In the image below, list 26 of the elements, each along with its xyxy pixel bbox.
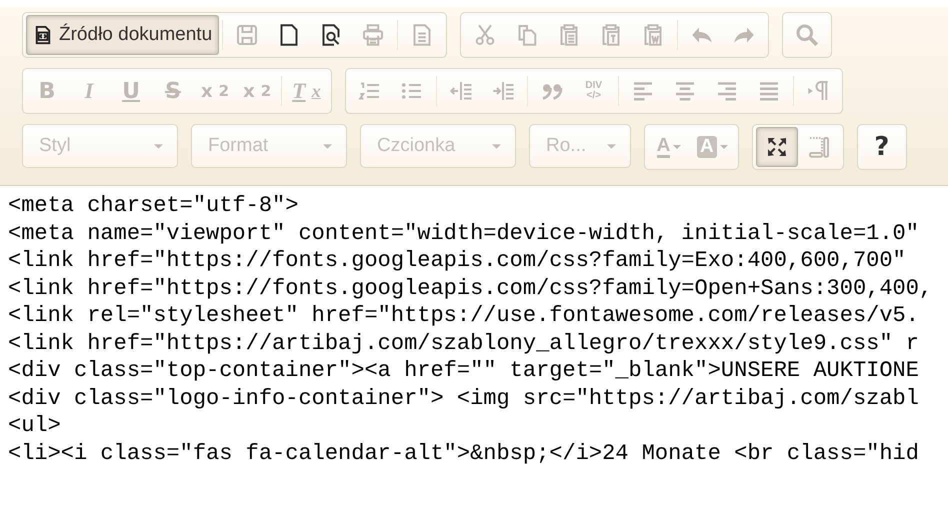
toolbar-button[interactable]: ? [860,127,903,167]
code-line: <link href="https://artibaj.com/szablony_allegro/trexxx/style9.css" r [8,330,919,357]
document-code-icon [33,25,53,45]
caret-icon [492,144,501,148]
code-line: <ul> [8,412,61,440]
code-line: <div class="logo-info-container"> <img src="https://artibaj.com/szabl [8,384,919,412]
search-icon [795,23,820,47]
caret-icon [607,144,616,148]
show-blocks-icon [806,135,831,159]
code-line: <div class="top-container"><a href="" target="_blank">UNSERE AUKTIONE [8,357,919,384]
source-button[interactable]: Źródło dokumentu [26,15,220,55]
caret-icon [154,144,163,148]
code-line: <link href="https://fonts.googleapis.com/css?family=Exo:400,600,700" [8,247,906,274]
code-line: <li><i class="fas fa-calendar-alt">&nbsp;</i>24 Monate <br class="hid [8,440,919,467]
caret-icon [673,145,682,149]
printer-icon [361,23,386,47]
code-line: <meta name="viewport" content="width=device-width, initial-scale=1.0" [8,220,919,247]
text-direction-icon [806,79,830,103]
outdent-icon [448,79,473,103]
toolbar-button[interactable] [756,127,798,167]
code-line: <link href="https://fonts.googleapis.com/css?family=Open+Sans:300,400, [8,274,932,302]
caret-icon [720,145,728,149]
caret-icon [323,144,332,148]
code-line: <link rel="stylesheet" href="https://use.fontawesome.com/releases/v5. [8,302,919,330]
indent-icon [490,79,515,103]
code-line: <meta charset="utf-8"> [8,192,298,220]
